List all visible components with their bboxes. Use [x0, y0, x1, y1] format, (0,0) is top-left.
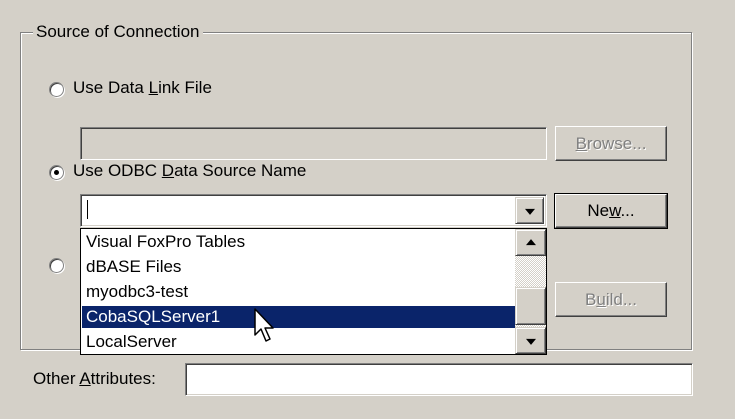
dsn-dropdown-list[interactable]: Visual FoxPro Tables dBASE Files myodbc3…: [80, 228, 547, 355]
label-data-link-file[interactable]: Use Data Link File: [73, 78, 212, 98]
radio-data-link-file[interactable]: [49, 82, 64, 97]
data-link-file-field[interactable]: [80, 127, 547, 160]
radio-selected-dot: [54, 170, 59, 175]
browse-button[interactable]: Browse...: [555, 126, 667, 161]
chevron-up-icon: [525, 238, 536, 245]
other-attributes-field[interactable]: [185, 363, 693, 396]
scroll-up-button[interactable]: [515, 229, 546, 256]
list-item[interactable]: Visual FoxPro Tables: [82, 231, 515, 253]
text-caret: [87, 200, 88, 219]
list-item[interactable]: LocalServer: [82, 331, 515, 353]
radio-connection-string[interactable]: [49, 258, 64, 273]
label-odbc-dsn[interactable]: Use ODBC Data Source Name: [73, 161, 306, 181]
dropdown-scrollbar[interactable]: [515, 229, 546, 354]
chevron-down-icon: [525, 338, 536, 345]
list-item[interactable]: myodbc3-test: [82, 281, 515, 303]
chevron-down-icon: [524, 208, 535, 215]
list-item[interactable]: dBASE Files: [82, 256, 515, 278]
arrow-cursor-icon: [254, 308, 274, 342]
label-other-attributes: Other Attributes:: [33, 369, 156, 388]
radio-odbc-dsn[interactable]: [49, 165, 64, 180]
dsn-combobox[interactable]: [80, 194, 547, 227]
build-button[interactable]: Build...: [555, 282, 667, 317]
scrollbar-thumb[interactable]: [515, 287, 546, 325]
group-title: Source of Connection: [33, 22, 203, 42]
list-item-selected[interactable]: CobaSQLServer1: [82, 306, 515, 328]
combobox-dropdown-button[interactable]: [515, 197, 544, 224]
new-button[interactable]: New...: [554, 193, 668, 229]
scroll-down-button[interactable]: [515, 327, 546, 354]
